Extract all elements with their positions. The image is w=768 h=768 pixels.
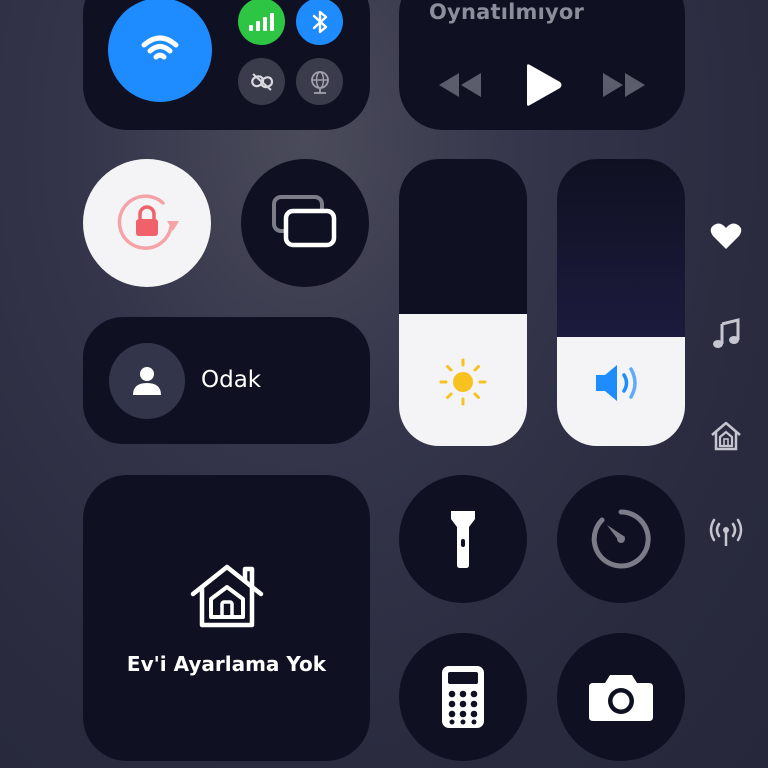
cellular-signal-icon: [248, 12, 274, 31]
fast-forward-icon: [603, 73, 645, 97]
home-tile[interactable]: Ev'i Ayarlama Yok: [83, 475, 370, 761]
screen-mirroring-icon: [272, 195, 337, 248]
rewind-button[interactable]: [437, 72, 483, 102]
volume-slider[interactable]: [557, 159, 685, 446]
calculator-button[interactable]: [399, 633, 527, 761]
bluetooth-icon: [312, 10, 327, 33]
antenna-icon: [709, 518, 743, 546]
music-note-icon: [713, 318, 740, 348]
focus-label: Odak: [201, 367, 262, 393]
link-icon: [250, 72, 273, 91]
wifi-icon: [141, 35, 179, 60]
rewind-icon: [439, 73, 481, 97]
heart-icon: [710, 223, 742, 249]
flashlight-button[interactable]: [399, 475, 527, 603]
globe-icon: [310, 70, 329, 94]
fast-forward-button[interactable]: [601, 72, 647, 102]
home-icon: [711, 421, 741, 451]
home-page-indicator[interactable]: [706, 416, 746, 456]
music-page-indicator[interactable]: [706, 314, 746, 354]
focus-tile[interactable]: Odak: [83, 317, 370, 444]
camera-button[interactable]: [557, 633, 685, 761]
home-label: Ev'i Ayarlama Yok: [126, 652, 327, 676]
timer-button[interactable]: [557, 475, 685, 603]
wifi-button[interactable]: [108, 0, 212, 102]
play-icon: [527, 64, 562, 106]
airplay-link-button[interactable]: [238, 58, 285, 105]
play-button[interactable]: [523, 63, 563, 111]
speaker-icon: [596, 365, 637, 401]
focus-avatar: [109, 343, 185, 419]
screen-mirroring-button[interactable]: [241, 159, 369, 287]
rotation-lock-icon: [117, 194, 179, 250]
flashlight-icon: [451, 511, 475, 568]
connectivity-page-indicator[interactable]: [706, 513, 746, 553]
now-playing-tile[interactable]: Oynatılmıyor: [399, 0, 685, 130]
favorites-page-indicator[interactable]: [706, 216, 746, 256]
person-icon: [133, 367, 161, 395]
timer-icon: [591, 509, 651, 569]
hotspot-button[interactable]: [296, 58, 343, 105]
camera-icon: [589, 675, 653, 721]
bluetooth-button[interactable]: [296, 0, 343, 45]
house-icon: [190, 564, 264, 628]
connectivity-tile: [83, 0, 370, 130]
brightness-sun-icon: [439, 358, 487, 406]
orientation-lock-button[interactable]: [83, 159, 211, 287]
brightness-slider[interactable]: [399, 159, 527, 446]
cellular-button[interactable]: [238, 0, 285, 45]
now-playing-status: Oynatılmıyor: [429, 0, 585, 24]
calculator-icon: [442, 666, 484, 728]
